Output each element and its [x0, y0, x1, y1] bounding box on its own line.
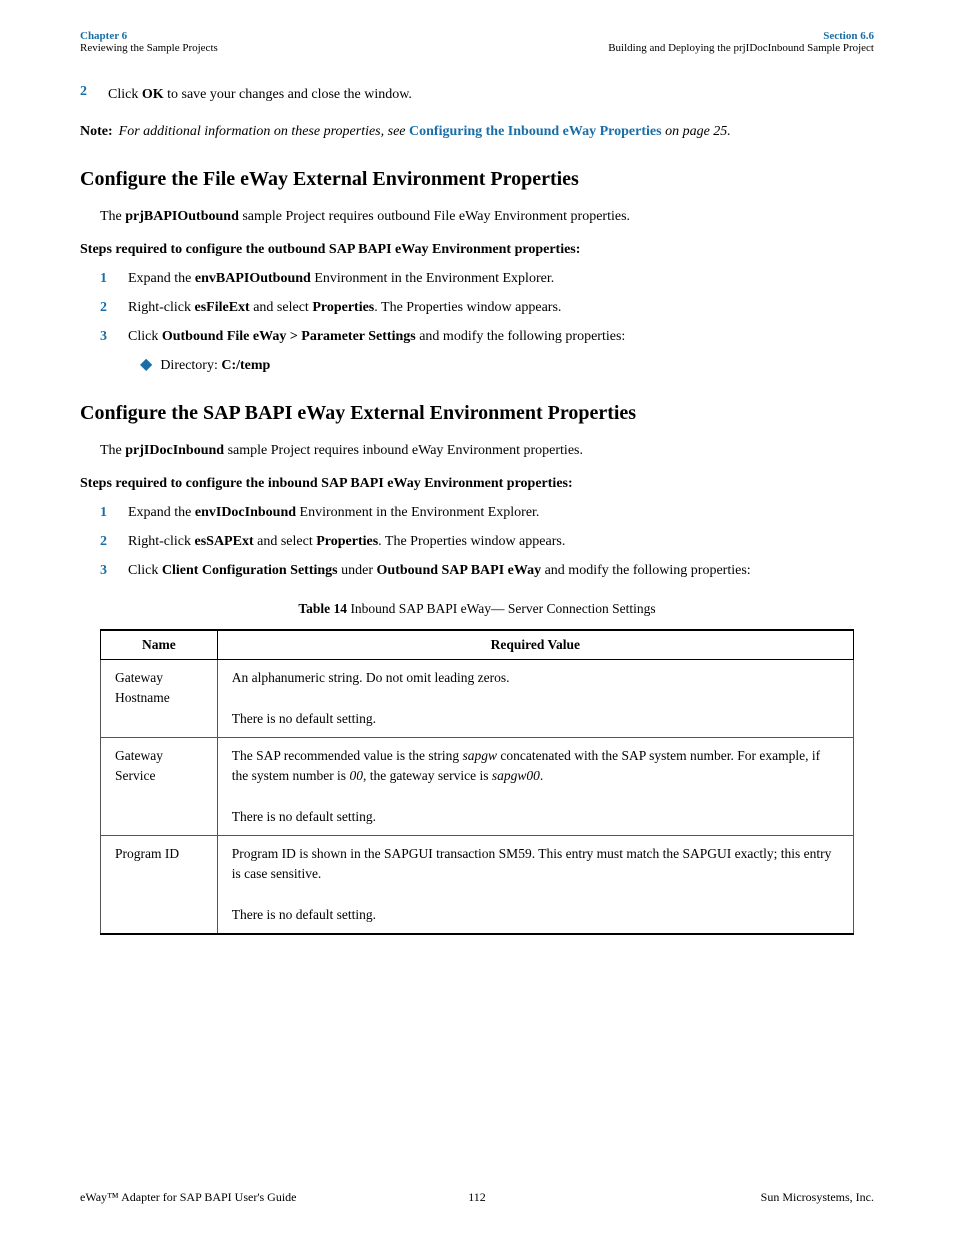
footer-left: eWay™ Adapter for SAP BAPI User's Guide [80, 1190, 296, 1205]
section2-intro: The prjIDocInbound sample Project requir… [80, 440, 874, 461]
header-left: Chapter 6 Reviewing the Sample Projects [80, 30, 218, 54]
ok-bold: OK [142, 87, 164, 102]
section1-step3: 3 Click Outbound File eWay > Parameter S… [100, 326, 874, 347]
esFileExt: esFileExt [195, 300, 250, 315]
row2-value: The SAP recommended value is the string … [217, 737, 853, 835]
section2-heading: Configure the SAP BAPI eWay External Env… [80, 400, 874, 426]
col-header-value: Required Value [217, 630, 853, 660]
section2-step3: 3 Click Client Configuration Settings un… [100, 560, 874, 581]
table-row: Program ID Program ID is shown in the SA… [101, 835, 854, 934]
main-content: 2 Click OK to save your changes and clos… [0, 64, 954, 995]
s2-step3-num: 3 [100, 560, 120, 581]
section2-step1: 1 Expand the envIDocInbound Environment … [100, 502, 874, 523]
prjBAPIOutbound-label: prjBAPIOutbound [125, 209, 239, 224]
envIDocInbound: envIDocInbound [195, 505, 296, 520]
row3-name: Program ID [101, 835, 218, 934]
page: Chapter 6 Reviewing the Sample Projects … [0, 0, 954, 1235]
table-header-row: Name Required Value [101, 630, 854, 660]
section2-steps-list: 1 Expand the envIDocInbound Environment … [80, 502, 874, 581]
client-config: Client Configuration Settings [162, 563, 338, 578]
step-ok-text: Click OK to save your changes and close … [108, 84, 874, 105]
sapgw00-italic: sapgw00 [492, 768, 540, 783]
table-caption-text: Inbound SAP BAPI eWay— Server Connection… [347, 601, 656, 616]
note-label: Note: [80, 121, 113, 142]
directory-value: C:/temp [221, 358, 270, 373]
outbound-param: Outbound File eWay > Parameter Settings [162, 329, 416, 344]
bullet-icon: ◆ [140, 355, 152, 376]
row1-value: An alphanumeric string. Do not omit lead… [217, 660, 853, 738]
footer-right: Sun Microsystems, Inc. [761, 1190, 874, 1205]
table-wrapper: Table 14 Inbound SAP BAPI eWay— Server C… [100, 601, 854, 935]
esSAPExt: esSAPExt [195, 534, 254, 549]
section1-intro: The prjBAPIOutbound sample Project requi… [80, 206, 874, 227]
table-caption: Table 14 Inbound SAP BAPI eWay— Server C… [100, 601, 854, 617]
s2-step1-text: Expand the envIDocInbound Environment in… [128, 502, 539, 523]
step-ok: 2 Click OK to save your changes and clos… [80, 84, 874, 105]
header-right: Section 6.6 Building and Deploying the p… [608, 30, 874, 54]
s2-properties-label: Properties [316, 534, 378, 549]
section1-bullet-list: ◆ Directory: C:/temp [80, 355, 874, 376]
chapter-subtitle: Reviewing the Sample Projects [80, 42, 218, 54]
step1-text: Expand the envBAPIOutbound Environment i… [128, 268, 554, 289]
chapter-label: Chapter 6 [80, 30, 127, 42]
note-text-italic: For additional information on these prop… [119, 124, 409, 139]
prjIDocInbound-label: prjIDocInbound [125, 443, 224, 458]
row1-name: Gateway Hostname [101, 660, 218, 738]
section1-step2: 2 Right-click esFileExt and select Prope… [100, 297, 874, 318]
properties-label: Properties [312, 300, 374, 315]
step2-num: 2 [100, 297, 120, 318]
note-page: on page 25. [662, 124, 731, 139]
note-content: For additional information on these prop… [119, 121, 731, 142]
sapgw-italic: sapgw [463, 748, 498, 763]
s2-step1-num: 1 [100, 502, 120, 523]
server-connection-table: Name Required Value Gateway Hostname An … [100, 629, 854, 935]
step-ok-num: 2 [80, 84, 100, 105]
col-header-name: Name [101, 630, 218, 660]
step3-text: Click Outbound File eWay > Parameter Set… [128, 326, 625, 347]
section-subtitle: Building and Deploying the prjIDocInboun… [608, 42, 874, 54]
section-label: Section 6.6 [823, 30, 874, 42]
section1-steps-heading: Steps required to configure the outbound… [80, 239, 874, 260]
table-label: Table 14 [298, 601, 347, 616]
outbound-sap: Outbound SAP BAPI eWay [377, 563, 542, 578]
table-row: Gateway Service The SAP recommended valu… [101, 737, 854, 835]
note-link[interactable]: Configuring the Inbound eWay Properties [409, 124, 662, 139]
section1-heading: Configure the File eWay External Environ… [80, 166, 874, 192]
section1-steps-list: 1 Expand the envBAPIOutbound Environment… [80, 268, 874, 347]
s2-step2-num: 2 [100, 531, 120, 552]
section2-step2: 2 Right-click esSAPExt and select Proper… [100, 531, 874, 552]
row2-name: Gateway Service [101, 737, 218, 835]
row3-value: Program ID is shown in the SAPGUI transa… [217, 835, 853, 934]
step3-num: 3 [100, 326, 120, 347]
section2-steps-heading: Steps required to configure the inbound … [80, 473, 874, 494]
bullet-directory: ◆ Directory: C:/temp [140, 355, 874, 376]
section1-step1: 1 Expand the envBAPIOutbound Environment… [100, 268, 874, 289]
s2-step2-text: Right-click esSAPExt and select Properti… [128, 531, 565, 552]
step1-num: 1 [100, 268, 120, 289]
bullet-text: Directory: C:/temp [160, 355, 270, 376]
envBAPIOutbound: envBAPIOutbound [195, 271, 311, 286]
s2-step3-text: Click Client Configuration Settings unde… [128, 560, 751, 581]
note-block: Note: For additional information on thes… [80, 121, 874, 142]
page-header: Chapter 6 Reviewing the Sample Projects … [0, 0, 954, 64]
table-row: Gateway Hostname An alphanumeric string.… [101, 660, 854, 738]
footer-page-number: 112 [468, 1190, 486, 1205]
zero-italic: 00 [349, 768, 363, 783]
step2-text: Right-click esFileExt and select Propert… [128, 297, 561, 318]
